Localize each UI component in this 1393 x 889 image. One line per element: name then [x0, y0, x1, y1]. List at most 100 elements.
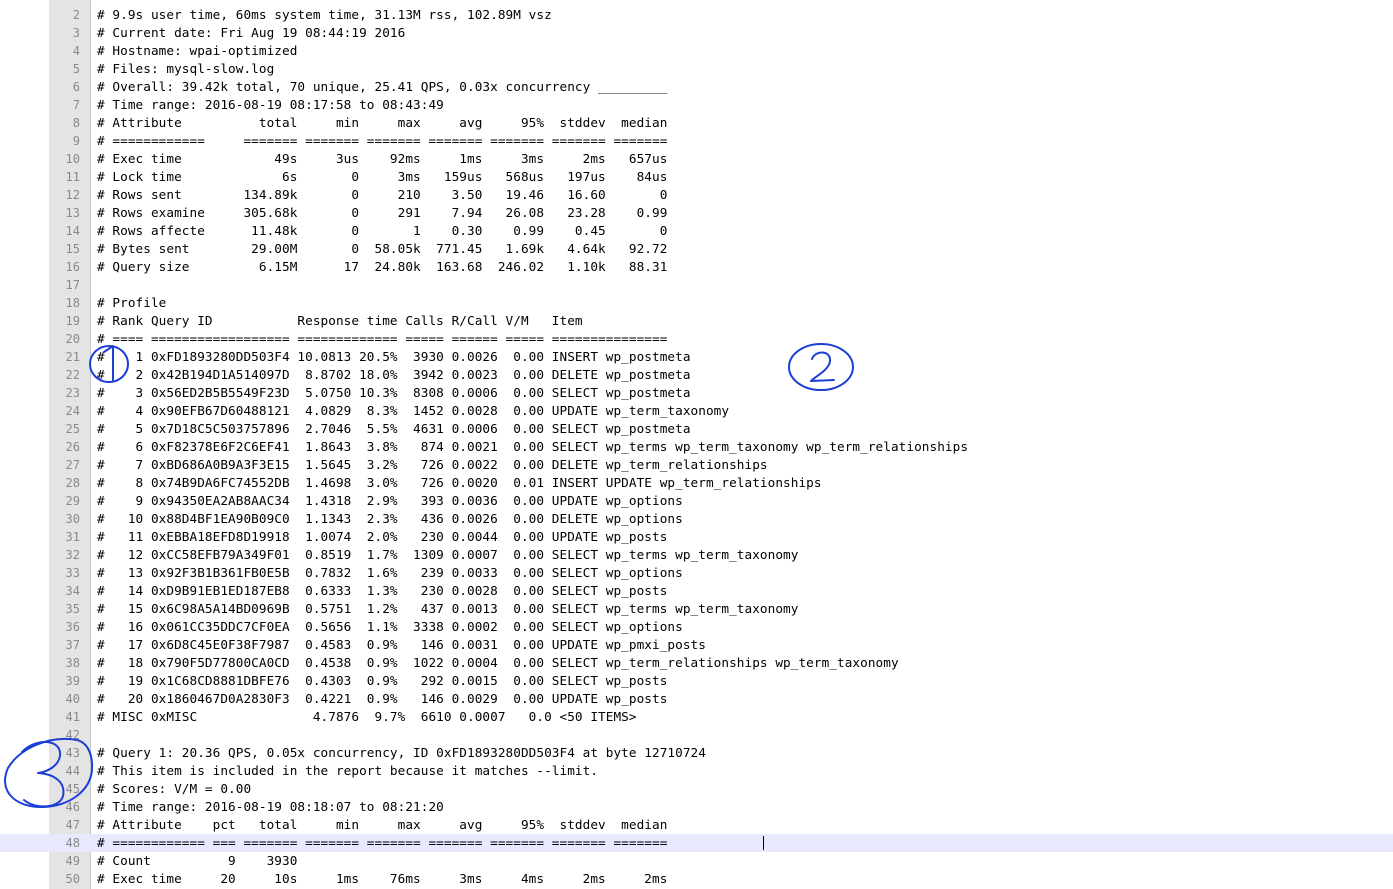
line-text[interactable]: # Rows examine 305.68k 0 291 7.94 26.08 … — [97, 204, 667, 222]
line-text[interactable]: # 14 0xD9B91EB1ED187EB8 0.6333 1.3% 230 … — [97, 582, 667, 600]
line-text[interactable]: # 1 0xFD1893280DD503F4 10.0813 20.5% 393… — [97, 348, 691, 366]
line-text[interactable]: # 12 0xCC58EFB79A349F01 0.8519 1.7% 1309… — [97, 546, 798, 564]
editor-line[interactable]: 49 # Count 9 3930 — [0, 852, 1393, 870]
editor-line[interactable]: 43 # Query 1: 20.36 QPS, 0.05x concurrenc… — [0, 744, 1393, 762]
editor-line[interactable]: 22 # 2 0x42B194D1A514097D 8.8702 18.0% 39… — [0, 366, 1393, 384]
line-text[interactable]: # 19 0x1C68CD8881DBFE76 0.4303 0.9% 292 … — [97, 672, 667, 690]
line-text[interactable]: # 13 0x92F3B1B361FB0E5B 0.7832 1.6% 239 … — [97, 564, 683, 582]
line-text[interactable]: # This item is included in the report be… — [97, 762, 598, 780]
editor-line[interactable]: 38 # 18 0x790F5D77800CA0CD 0.4538 0.9% 10… — [0, 654, 1393, 672]
editor-line[interactable]: 37 # 17 0x6D8C45E0F38F7987 0.4583 0.9% 14… — [0, 636, 1393, 654]
line-text[interactable]: # 18 0x790F5D77800CA0CD 0.4538 0.9% 1022… — [97, 654, 899, 672]
line-text[interactable]: # 20 0x1860467D0A2830F3 0.4221 0.9% 146 … — [97, 690, 667, 708]
line-text[interactable]: # 10 0x88D4BF1EA90B09C0 1.1343 2.3% 436 … — [97, 510, 683, 528]
line-text[interactable]: # 2 0x42B194D1A514097D 8.8702 18.0% 3942… — [97, 366, 691, 384]
editor-line[interactable]: 18 # Profile — [0, 294, 1393, 312]
line-text[interactable]: # Rows affecte 11.48k 0 1 0.30 0.99 0.45… — [97, 222, 667, 240]
editor-line[interactable]: 15 # Bytes sent 29.00M 0 58.05k 771.45 1.… — [0, 240, 1393, 258]
line-text[interactable]: # ============ ======= ======= ======= =… — [97, 132, 667, 150]
editor-line[interactable]: 34 # 14 0xD9B91EB1ED187EB8 0.6333 1.3% 23… — [0, 582, 1393, 600]
editor-line[interactable]: 23 # 3 0x56ED2B5B5549F23D 5.0750 10.3% 83… — [0, 384, 1393, 402]
editor-line[interactable]: 6 # Overall: 39.42k total, 70 unique, 25.… — [0, 78, 1393, 96]
editor-line[interactable]: 46 # Time range: 2016-08-19 08:18:07 to 0… — [0, 798, 1393, 816]
editor-line[interactable]: 25 # 5 0x7D18C5C503757896 2.7046 5.5% 463… — [0, 420, 1393, 438]
editor-line[interactable]: 17 — [0, 276, 1393, 294]
line-text[interactable]: # Exec time 20 10s 1ms 76ms 3ms 4ms 2ms … — [97, 870, 667, 888]
line-text[interactable]: # Time range: 2016-08-19 08:18:07 to 08:… — [97, 798, 444, 816]
line-text[interactable]: # 15 0x6C98A5A14BD0969B 0.5751 1.2% 437 … — [97, 600, 798, 618]
line-number: 47 — [65, 818, 80, 832]
editor-line[interactable]: 4 # Hostname: wpai-optimized — [0, 42, 1393, 60]
editor-line[interactable]: 2 # 9.9s user time, 60ms system time, 31.… — [0, 6, 1393, 24]
editor-line[interactable]: 50 # Exec time 20 10s 1ms 76ms 3ms 4ms 2m… — [0, 870, 1393, 888]
line-text[interactable]: # 9.9s user time, 60ms system time, 31.1… — [97, 6, 552, 24]
editor-line[interactable]: 36 # 16 0x061CC35DDC7CF0EA 0.5656 1.1% 33… — [0, 618, 1393, 636]
line-text[interactable]: # Query 1: 20.36 QPS, 0.05x concurrency,… — [97, 744, 706, 762]
line-text[interactable]: # Bytes sent 29.00M 0 58.05k 771.45 1.69… — [97, 240, 667, 258]
line-text[interactable]: # Attribute pct total min max avg 95% st… — [97, 816, 667, 834]
editor-line[interactable]: 5 # Files: mysql-slow.log — [0, 60, 1393, 78]
editor-line[interactable]: 13 # Rows examine 305.68k 0 291 7.94 26.0… — [0, 204, 1393, 222]
line-text[interactable]: # 8 0x74B9DA6FC74552DB 1.4698 3.0% 726 0… — [97, 474, 822, 492]
line-text[interactable]: # Current date: Fri Aug 19 08:44:19 2016 — [97, 24, 405, 42]
line-text[interactable]: # 17 0x6D8C45E0F38F7987 0.4583 0.9% 146 … — [97, 636, 706, 654]
editor-line[interactable]: 33 # 13 0x92F3B1B361FB0E5B 0.7832 1.6% 23… — [0, 564, 1393, 582]
editor-line[interactable]: 28 # 8 0x74B9DA6FC74552DB 1.4698 3.0% 726… — [0, 474, 1393, 492]
line-text[interactable]: # Exec time 49s 3us 92ms 1ms 3ms 2ms 657… — [97, 150, 667, 168]
line-text[interactable]: # 6 0xF82378E6F2C6EF41 1.8643 3.8% 874 0… — [97, 438, 968, 456]
editor-line[interactable]: 26 # 6 0xF82378E6F2C6EF41 1.8643 3.8% 874… — [0, 438, 1393, 456]
text-editor[interactable]: 2 # 9.9s user time, 60ms system time, 31.… — [0, 0, 1393, 889]
editor-line[interactable]: 21 # 1 0xFD1893280DD503F4 10.0813 20.5% 3… — [0, 348, 1393, 366]
editor-line[interactable]: 44 # This item is included in the report … — [0, 762, 1393, 780]
editor-line[interactable]: 16 # Query size 6.15M 17 24.80k 163.68 24… — [0, 258, 1393, 276]
line-text[interactable]: # Rows sent 134.89k 0 210 3.50 19.46 16.… — [97, 186, 667, 204]
line-text[interactable]: # Profile — [97, 294, 166, 312]
editor-line[interactable]: 40 # 20 0x1860467D0A2830F3 0.4221 0.9% 14… — [0, 690, 1393, 708]
line-text[interactable]: # Attribute total min max avg 95% stddev… — [97, 114, 667, 132]
line-text[interactable]: # Lock time 6s 0 3ms 159us 568us 197us 8… — [97, 168, 667, 186]
editor-line[interactable]: 20 # ==== ================== ============… — [0, 330, 1393, 348]
editor-line[interactable]: 31 # 11 0xEBBA18EFD8D19918 1.0074 2.0% 23… — [0, 528, 1393, 546]
line-text[interactable]: # Time range: 2016-08-19 08:17:58 to 08:… — [97, 96, 444, 114]
editor-line[interactable]: 12 # Rows sent 134.89k 0 210 3.50 19.46 1… — [0, 186, 1393, 204]
line-text[interactable]: # 16 0x061CC35DDC7CF0EA 0.5656 1.1% 3338… — [97, 618, 683, 636]
editor-line[interactable]: 27 # 7 0xBD686A0B9A3F3E15 1.5645 3.2% 726… — [0, 456, 1393, 474]
editor-line[interactable]: 29 # 9 0x94350EA2AB8AAC34 1.4318 2.9% 393… — [0, 492, 1393, 510]
editor-line[interactable]: 45 # Scores: V/M = 0.00 — [0, 780, 1393, 798]
editor-line[interactable]: 41 # MISC 0xMISC 4.7876 9.7% 6610 0.0007 … — [0, 708, 1393, 726]
line-text[interactable]: # Query size 6.15M 17 24.80k 163.68 246.… — [97, 258, 667, 276]
editor-line[interactable]: 32 # 12 0xCC58EFB79A349F01 0.8519 1.7% 13… — [0, 546, 1393, 564]
line-text[interactable]: # 9 0x94350EA2AB8AAC34 1.4318 2.9% 393 0… — [97, 492, 683, 510]
editor-line[interactable]: 48 # ============ === ======= ======= ===… — [0, 834, 1393, 852]
line-text[interactable]: # 5 0x7D18C5C503757896 2.7046 5.5% 4631 … — [97, 420, 691, 438]
line-text[interactable]: # MISC 0xMISC 4.7876 9.7% 6610 0.0007 0.… — [97, 708, 637, 726]
editor-line[interactable]: 19 # Rank Query ID Response time Calls R/… — [0, 312, 1393, 330]
line-text[interactable]: # Hostname: wpai-optimized — [97, 42, 297, 60]
line-text[interactable]: # 3 0x56ED2B5B5549F23D 5.0750 10.3% 8308… — [97, 384, 691, 402]
editor-line[interactable]: 14 # Rows affecte 11.48k 0 1 0.30 0.99 0.… — [0, 222, 1393, 240]
line-text[interactable]: # ============ === ======= ======= =====… — [97, 834, 667, 852]
line-text[interactable]: # 7 0xBD686A0B9A3F3E15 1.5645 3.2% 726 0… — [97, 456, 768, 474]
editor-line[interactable]: 39 # 19 0x1C68CD8881DBFE76 0.4303 0.9% 29… — [0, 672, 1393, 690]
editor-line[interactable]: 9 # ============ ======= ======= ======= … — [0, 132, 1393, 150]
line-text[interactable]: # ==== ================== ============= … — [97, 330, 667, 348]
editor-line[interactable]: 3 # Current date: Fri Aug 19 08:44:19 201… — [0, 24, 1393, 42]
editor-line[interactable]: 47 # Attribute pct total min max avg 95% … — [0, 816, 1393, 834]
line-text[interactable]: # Rank Query ID Response time Calls R/Ca… — [97, 312, 583, 330]
editor-line[interactable]: 11 # Lock time 6s 0 3ms 159us 568us 197us… — [0, 168, 1393, 186]
line-text[interactable]: # Scores: V/M = 0.00 — [97, 780, 251, 798]
line-text[interactable]: # Files: mysql-slow.log — [97, 60, 274, 78]
line-text[interactable]: # Overall: 39.42k total, 70 unique, 25.4… — [97, 78, 667, 96]
line-number: 32 — [65, 548, 80, 562]
line-text[interactable]: # 4 0x90EFB67D60488121 4.0829 8.3% 1452 … — [97, 402, 729, 420]
editor-line[interactable]: 10 # Exec time 49s 3us 92ms 1ms 3ms 2ms 6… — [0, 150, 1393, 168]
line-text[interactable]: # 11 0xEBBA18EFD8D19918 1.0074 2.0% 230 … — [97, 528, 667, 546]
editor-line[interactable]: 8 # Attribute total min max avg 95% stdde… — [0, 114, 1393, 132]
editor-line[interactable]: 42 — [0, 726, 1393, 744]
editor-line[interactable]: 30 # 10 0x88D4BF1EA90B09C0 1.1343 2.3% 43… — [0, 510, 1393, 528]
editor-line[interactable]: 24 # 4 0x90EFB67D60488121 4.0829 8.3% 145… — [0, 402, 1393, 420]
editor-line[interactable]: 7 # Time range: 2016-08-19 08:17:58 to 08… — [0, 96, 1393, 114]
editor-line[interactable]: 35 # 15 0x6C98A5A14BD0969B 0.5751 1.2% 43… — [0, 600, 1393, 618]
editor-content[interactable]: 2 # 9.9s user time, 60ms system time, 31.… — [0, 6, 1393, 888]
line-text[interactable]: # Count 9 3930 — [97, 852, 297, 870]
